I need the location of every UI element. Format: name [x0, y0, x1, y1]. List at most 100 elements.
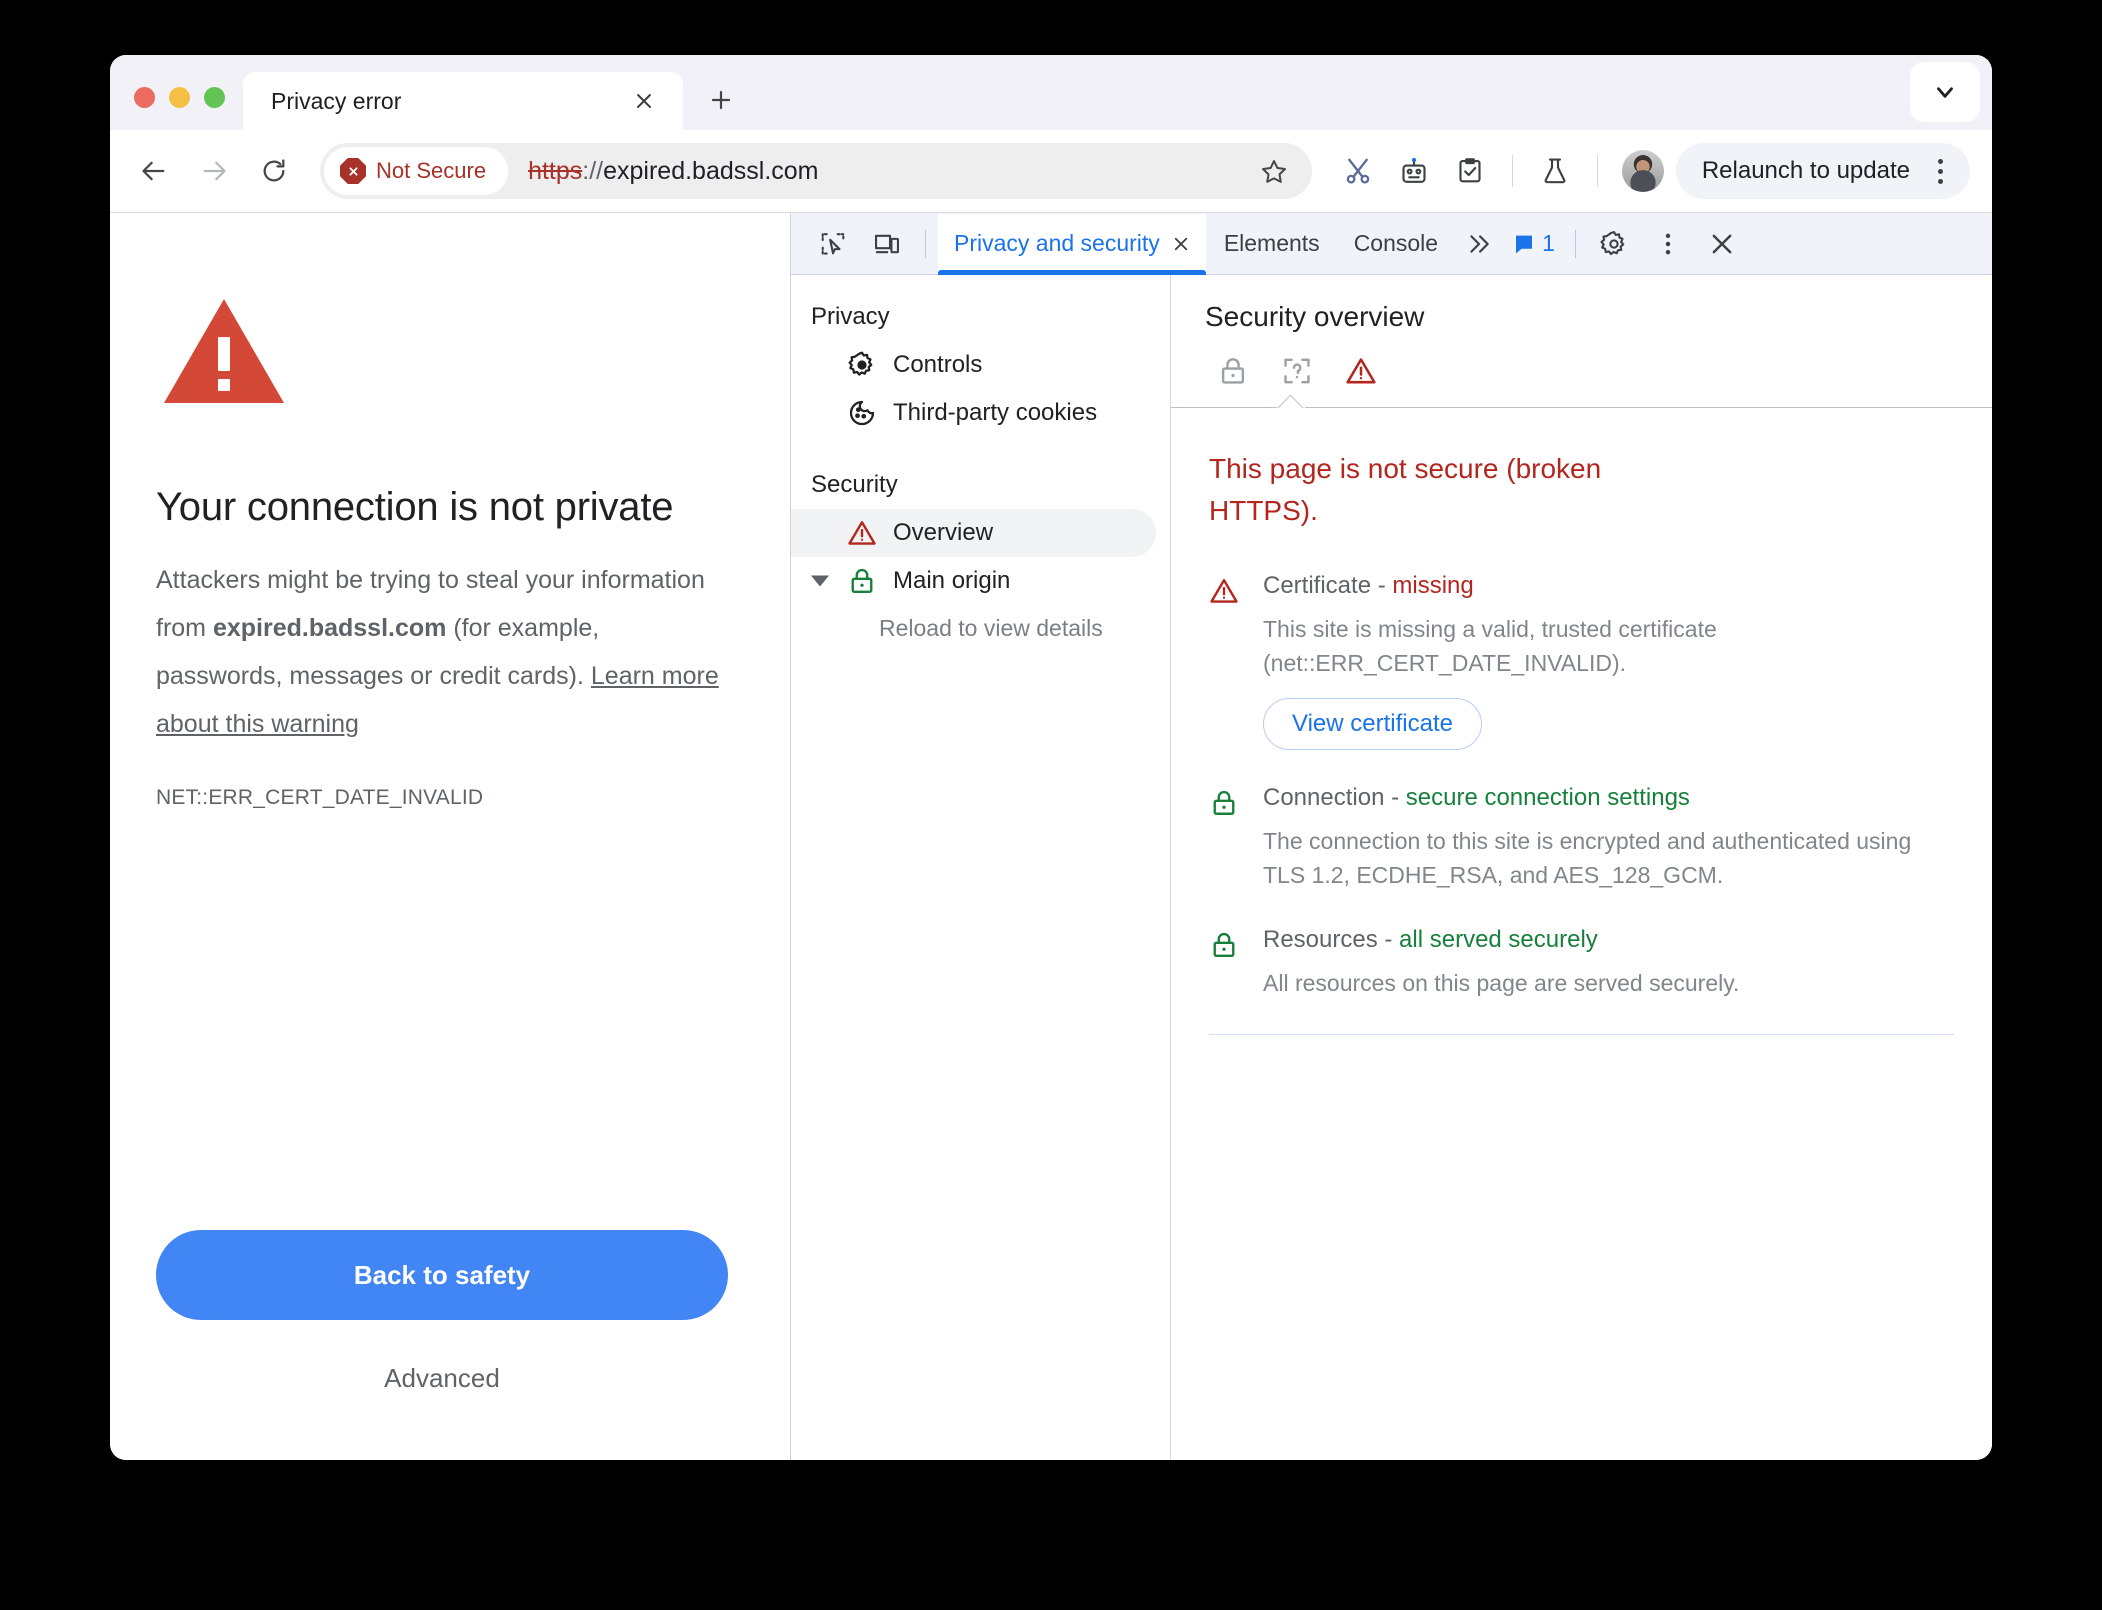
- devtools-tab-bar: Privacy and security Elements Console 1: [791, 213, 1992, 275]
- tab-elements[interactable]: Elements: [1208, 214, 1336, 274]
- sidebar-item-third-party-cookies[interactable]: Third-party cookies: [791, 389, 1156, 437]
- content-area: Your connection is not private Attackers…: [110, 212, 1992, 1460]
- devtools-panel: Privacy and security Elements Console 1 …: [790, 213, 1992, 1460]
- row-label: Resources: [1263, 926, 1378, 953]
- security-overview-panel: Security overview This page is not secur…: [1171, 275, 1992, 1460]
- security-row-description: All resources on this page are served se…: [1263, 970, 1740, 996]
- robot-icon[interactable]: [1388, 145, 1440, 197]
- close-icon[interactable]: [627, 84, 661, 118]
- privacy-error-page: Your connection is not private Attackers…: [110, 213, 790, 1460]
- browser-window: Privacy error Not Secure https://expired…: [110, 55, 1992, 1460]
- tab-title: Privacy error: [271, 87, 402, 114]
- lock-green-icon: [847, 566, 877, 596]
- avatar[interactable]: [1621, 150, 1664, 192]
- devtools-body: Privacy Controls Third-party cookies Sec…: [791, 275, 1992, 1460]
- devtools-message-count[interactable]: 1: [1504, 230, 1563, 257]
- sidebar-item-label: Overview: [893, 519, 994, 546]
- browser-toolbar: Not Secure https://expired.badssl.com Re…: [110, 130, 1992, 212]
- url-text[interactable]: https://expired.badssl.com: [528, 157, 1250, 186]
- scissors-icon[interactable]: [1332, 145, 1384, 197]
- error-code: NET::ERR_CERT_DATE_INVALID: [156, 786, 484, 809]
- sidebar-item-label: Controls: [893, 351, 983, 378]
- gear-icon: [847, 350, 877, 380]
- site-security-chip[interactable]: Not Secure: [324, 147, 509, 195]
- exclamation-mark: [218, 337, 230, 391]
- warning-triangle-icon[interactable]: [1343, 353, 1379, 389]
- relaunch-to-update-button[interactable]: Relaunch to update: [1675, 143, 1970, 199]
- tab-label: Privacy and security: [954, 230, 1160, 256]
- security-row-title: Resources - all served securely: [1263, 926, 1954, 954]
- chevron-down-icon[interactable]: [811, 575, 829, 587]
- warning-triangle-icon: [1209, 572, 1241, 750]
- warning-triangle-icon: [847, 518, 877, 548]
- back-button[interactable]: [126, 143, 182, 199]
- selected-chip-notch: [1277, 394, 1305, 408]
- sidebar-item-label: Third-party cookies: [893, 399, 1098, 426]
- sidebar-item-overview[interactable]: Overview: [791, 509, 1156, 557]
- window-minimize-button[interactable]: [169, 87, 190, 108]
- warning-triangle-icon: [164, 299, 284, 403]
- sidebar-group-privacy: Privacy: [811, 303, 890, 330]
- security-row-connection: Connection - secure connection settings …: [1209, 784, 1954, 892]
- sidebar-reload-hint: Reload to view details: [879, 615, 1103, 641]
- lock-gray-icon[interactable]: [1215, 353, 1251, 389]
- tab-privacy-and-security[interactable]: Privacy and security: [938, 213, 1206, 275]
- security-overview-title: Security overview: [1205, 301, 1425, 332]
- sidebar-item-label: Main origin: [893, 567, 1011, 594]
- toolbar-divider-2: [1596, 155, 1598, 187]
- security-overview-content: This page is not secure (broken HTTPS).: [1171, 408, 1992, 1460]
- forward-button[interactable]: [186, 143, 242, 199]
- tab-strip: Privacy error: [110, 55, 1992, 130]
- sidebar-item-main-origin[interactable]: Main origin: [791, 557, 1156, 605]
- new-tab-button[interactable]: [697, 76, 745, 124]
- bookmark-star-icon[interactable]: [1250, 147, 1298, 195]
- security-row-description: The connection to this site is encrypted…: [1263, 828, 1912, 888]
- error-description: Attackers might be trying to steal your …: [156, 556, 728, 748]
- row-value: missing: [1392, 572, 1474, 599]
- flask-icon[interactable]: [1529, 145, 1581, 197]
- more-tabs-icon[interactable]: [1456, 218, 1502, 270]
- security-header-divider: [1171, 394, 1992, 408]
- devtools-close-icon[interactable]: [1696, 218, 1748, 270]
- error-domain: expired.badssl.com: [212, 614, 447, 642]
- inspect-element-icon[interactable]: [807, 218, 859, 270]
- lock-green-icon: [1209, 926, 1241, 1000]
- devtools-tab-divider: [925, 229, 926, 258]
- page-title: Your connection is not private: [156, 485, 674, 529]
- tab-label: Console: [1353, 230, 1439, 256]
- tab-console[interactable]: Console: [1338, 214, 1454, 274]
- security-row-body: Certificate - missing This site is missi…: [1263, 572, 1954, 750]
- chrome-menu-icon[interactable]: [1920, 149, 1960, 193]
- security-row-title: Connection - secure connection settings: [1263, 784, 1954, 812]
- clipboard-check-icon[interactable]: [1444, 145, 1496, 197]
- device-toolbar-icon[interactable]: [861, 218, 913, 270]
- address-bar[interactable]: Not Secure https://expired.badssl.com: [320, 143, 1312, 199]
- view-certificate-button[interactable]: View certificate: [1263, 698, 1482, 750]
- chevron-down-icon[interactable]: [1910, 62, 1980, 122]
- reload-button[interactable]: [246, 143, 302, 199]
- advanced-button[interactable]: Advanced: [156, 1363, 728, 1394]
- devtools-sidebar: Privacy Controls Third-party cookies Sec…: [791, 275, 1171, 1460]
- row-dash: -: [1384, 784, 1406, 811]
- gear-icon[interactable]: [1588, 218, 1640, 270]
- devtools-kebab-icon[interactable]: [1642, 218, 1694, 270]
- security-row-title: Certificate - missing: [1263, 572, 1954, 600]
- not-secure-icon: [340, 158, 366, 184]
- browser-tab[interactable]: Privacy error: [243, 72, 683, 130]
- window-traffic-lights: [110, 87, 243, 130]
- security-bottom-divider: [1209, 1034, 1954, 1035]
- sidebar-item-controls[interactable]: Controls: [791, 341, 1156, 389]
- tab-close-icon[interactable]: [1172, 235, 1190, 253]
- relaunch-label: Relaunch to update: [1701, 157, 1910, 184]
- security-row-certificate: Certificate - missing This site is missi…: [1209, 572, 1954, 750]
- certificate-unknown-icon[interactable]: [1279, 353, 1315, 389]
- security-row-body: Resources - all served securely All reso…: [1263, 926, 1954, 1000]
- row-label: Certificate: [1263, 572, 1372, 599]
- window-close-button[interactable]: [134, 87, 155, 108]
- row-value: secure connection settings: [1405, 784, 1690, 811]
- window-maximize-button[interactable]: [204, 87, 225, 108]
- back-to-safety-button[interactable]: Back to safety: [156, 1230, 728, 1320]
- cookie-icon: [847, 398, 877, 428]
- row-dash: -: [1371, 572, 1393, 599]
- security-summary: This page is not secure (broken HTTPS).: [1209, 453, 1602, 526]
